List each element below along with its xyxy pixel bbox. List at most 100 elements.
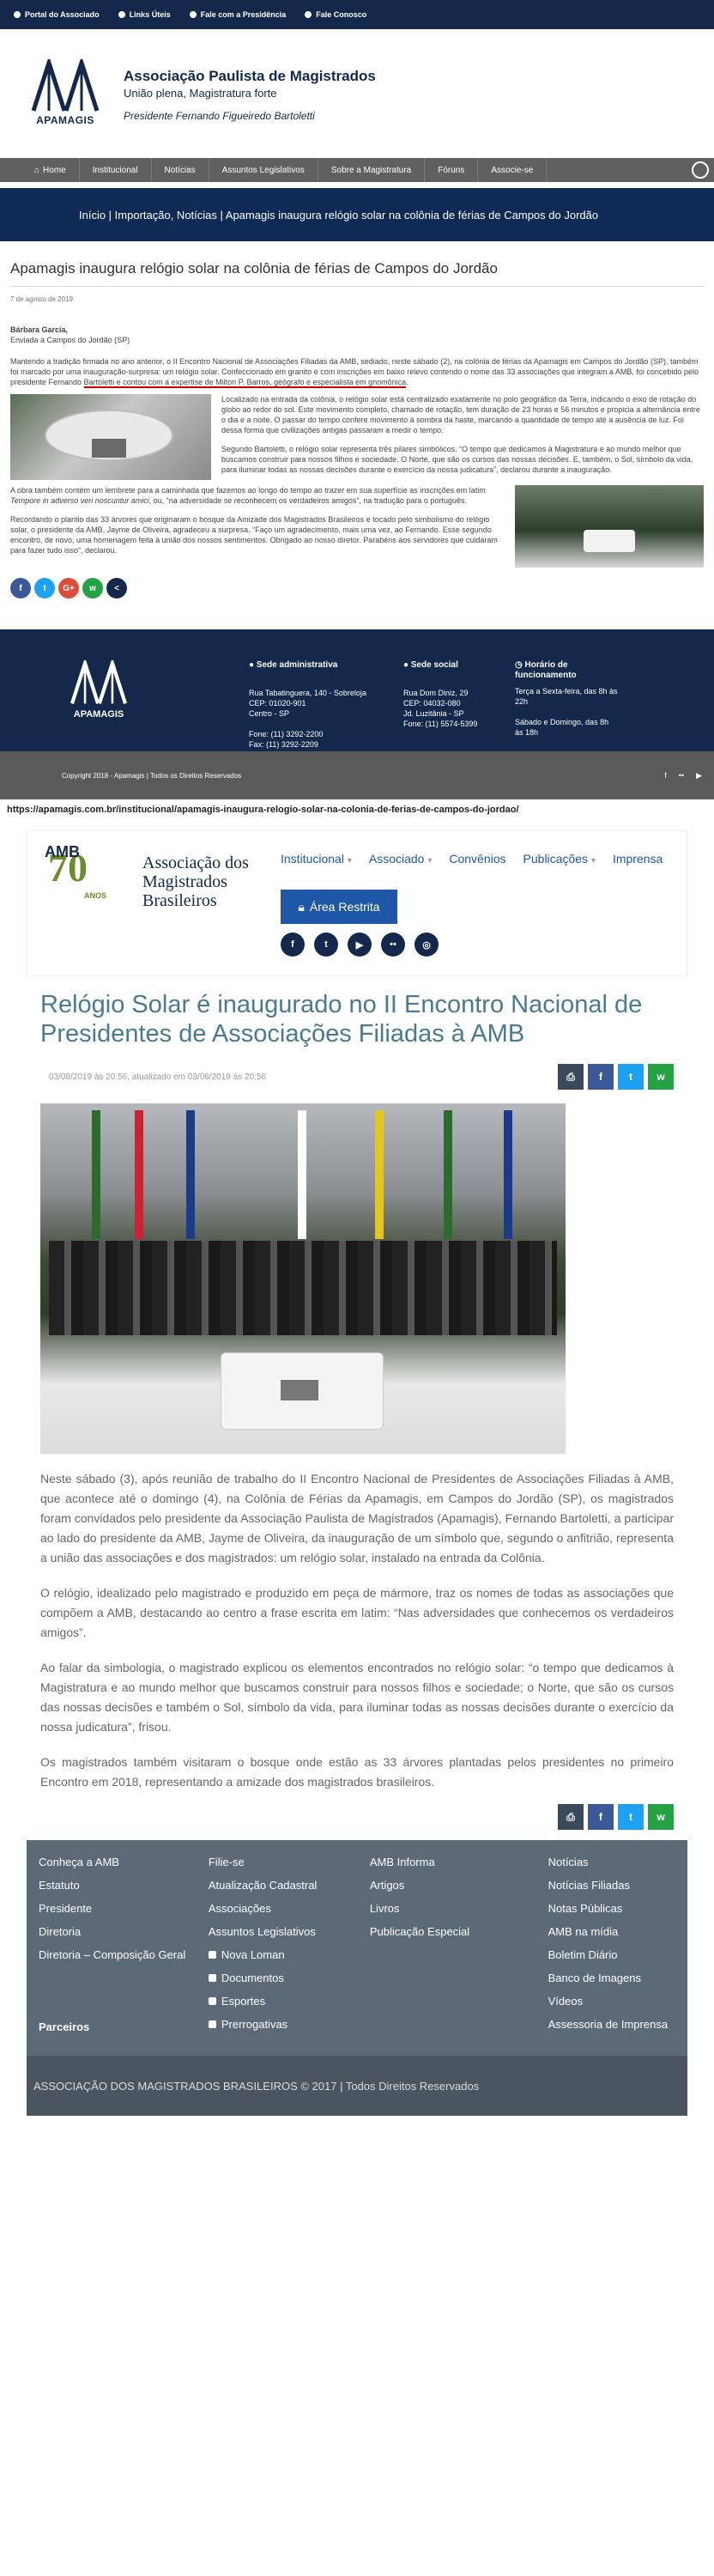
footer-link[interactable]: AMB Informa [370, 1850, 548, 1874]
article: Apamagis inaugura relógio solar na colôn… [0, 260, 714, 598]
facebook-icon[interactable]: f [10, 578, 31, 598]
footer-link[interactable]: Estatuto [39, 1874, 209, 1897]
logo-text: APAMAGIS [36, 114, 94, 126]
home-icon: ⌂ [34, 165, 40, 175]
underlined-text: Bartoletti e contou com a expertise de M… [83, 378, 407, 388]
nav-magistratura[interactable]: Sobre a Magistratura [318, 158, 426, 182]
facebook-icon[interactable]: f [588, 1064, 614, 1090]
footer-link[interactable]: Filie-se [209, 1850, 370, 1874]
footer-link[interactable]: Boletim Diário [548, 1943, 675, 1966]
logo-anos: ANOS [84, 891, 107, 900]
footer-link[interactable]: Assuntos Legislativos [209, 1920, 370, 1943]
amb-nav-convenios[interactable]: Convênios [449, 852, 505, 866]
footer-link[interactable]: Notícias [548, 1850, 675, 1874]
twitter-icon[interactable]: t [618, 1064, 644, 1090]
google-plus-icon[interactable]: G+ [58, 578, 79, 598]
link-icon [118, 11, 125, 18]
button-label: Área Restrita [309, 900, 380, 914]
topbar-item-contato[interactable]: Fale Conosco [305, 10, 366, 19]
amb-nav-publicacoes[interactable]: Publicações ▾ [523, 852, 596, 866]
footer-link[interactable]: Prerrogativas [208, 2013, 370, 2036]
footer-link[interactable]: Artigos [370, 1874, 548, 1897]
youtube-icon[interactable]: ▶ [696, 771, 702, 781]
footer-link[interactable]: Associações [209, 1897, 370, 1920]
footer-link[interactable]: Assessoria de Imprensa [548, 2013, 675, 2036]
org-motto: União plena, Magistratura forte [124, 87, 277, 100]
instagram-icon[interactable]: ◎ [414, 933, 439, 957]
topbar-label: Fale com a Presidência [200, 10, 287, 19]
flickr-icon[interactable]: •• [679, 771, 684, 781]
footer-link[interactable]: AMB na mídia [548, 1920, 675, 1943]
topbar-item-links[interactable]: Links Úteis [118, 10, 171, 19]
twitter-icon[interactable]: t [34, 578, 55, 598]
facebook-icon[interactable]: f [664, 771, 667, 781]
print-icon[interactable]: ⎙ [558, 1064, 584, 1090]
nav-label: Institucional [281, 852, 344, 866]
share-icon[interactable]: < [106, 578, 127, 598]
copyright-text: Copyright 2018 - Apamagis | Todos os Dir… [62, 771, 242, 780]
footer-link[interactable]: Vídeos [548, 1990, 675, 2013]
nav-legislativos[interactable]: Assuntos Legislativos [209, 158, 318, 182]
footer-link[interactable]: Conheça a AMB [39, 1850, 209, 1874]
topbar-item-portal[interactable]: Portal do Associado [14, 10, 100, 19]
chat-icon [189, 11, 197, 18]
footer-link[interactable]: Diretoria – Composição Geral [39, 1947, 209, 1964]
url-caption: https://apamagis.com.br/institucional/ap… [7, 805, 519, 815]
nav-label: Publicações [523, 852, 589, 866]
nav-noticias[interactable]: Notícias [152, 158, 209, 182]
article-paragraph: A obra também contém um lembrete para a … [10, 485, 505, 506]
apamagis-logo[interactable]: APAMAGIS [26, 59, 105, 126]
amb-paragraph: O relógio, idealizado pelo magistrado e … [40, 1586, 674, 1639]
org-name: Associação Paulista de Magistrados [124, 68, 376, 84]
copyright-bar: Copyright 2018 - Apamagis | Todos os Dir… [0, 751, 714, 799]
footer-link[interactable]: Atualização Cadastral [209, 1874, 370, 1897]
footer-link[interactable]: Banco de Imagens [548, 1966, 675, 1990]
footer-line: Sábado e Domingo, das 8h às 18h [515, 718, 609, 737]
facebook-icon[interactable]: f [588, 1804, 614, 1830]
footer-link[interactable]: Livros [370, 1897, 548, 1920]
footer-logo-text: APAMAGIS [73, 709, 124, 720]
restricted-area-button[interactable]: 🔒︎ Área Restrita [281, 890, 397, 924]
article-date: 7 de agosto de 2019 [10, 295, 73, 303]
user-icon [14, 11, 21, 18]
article-paragraph: Mantendo a tradição firmada no ano anter… [10, 356, 704, 388]
footer-link[interactable]: Documentos [208, 1966, 370, 1990]
footer-link[interactable]: Notícias Filiadas [548, 1874, 675, 1897]
twitter-icon[interactable]: t [618, 1804, 644, 1830]
youtube-icon[interactable]: ▶ [348, 933, 372, 957]
nav-associe[interactable]: Associe-se [478, 158, 548, 182]
footer-link[interactable]: Esportes [208, 1990, 370, 2013]
topbar-label: Fale Conosco [316, 10, 367, 19]
whatsapp-icon[interactable]: w [648, 1064, 674, 1090]
footer-link[interactable]: Publicação Especial [370, 1920, 548, 1943]
flickr-icon[interactable]: •• [381, 933, 405, 957]
link-label: Documentos [221, 1971, 284, 1984]
nav-foruns[interactable]: Fóruns [425, 158, 479, 182]
amb-nav-imprensa[interactable]: Imprensa [613, 852, 663, 866]
footer-link[interactable]: Nova Loman [208, 1943, 370, 1966]
text-span: , ou, “na adversidade se reconhecem os v… [148, 496, 467, 505]
article-paragraph: Recordando o plantio das 33 árvores que … [10, 515, 498, 555]
topbar: Portal do Associado Links Úteis Fale com… [0, 0, 714, 29]
footer-line: Terça a Sexta-feira, das 8h às 22h [515, 687, 618, 706]
amb-page: 70 AMB ANOS Associação dos Magistrados B… [27, 830, 687, 2116]
nav-institucional[interactable]: Institucional [80, 158, 152, 182]
print-icon[interactable]: ⎙ [558, 1804, 584, 1830]
article-title: Apamagis inaugura relógio solar na colôn… [10, 260, 704, 287]
footer-link[interactable]: Diretoria [39, 1920, 209, 1943]
footer-logo[interactable]: APAMAGIS [0, 657, 154, 751]
whatsapp-icon[interactable]: w [82, 578, 103, 598]
nav-home[interactable]: ⌂ Home [0, 158, 80, 182]
amb-logo[interactable]: 70 AMB ANOS Associação dos Magistrados B… [39, 841, 271, 919]
topbar-item-presidencia[interactable]: Fale com a Presidência [189, 10, 287, 19]
nav-label: Associado [368, 852, 425, 866]
amb-nav-associado[interactable]: Associado ▾ [369, 852, 433, 866]
twitter-icon[interactable]: t [314, 933, 338, 957]
search-icon[interactable] [692, 161, 709, 179]
footer-line: Fone: (11) 3292-2200 [249, 730, 324, 738]
footer-link[interactable]: Presidente [39, 1897, 209, 1920]
facebook-icon[interactable]: f [281, 933, 305, 957]
amb-nav-institucional[interactable]: Institucional ▾ [281, 852, 352, 866]
footer-link[interactable]: Notas Públicas [548, 1897, 675, 1920]
whatsapp-icon[interactable]: w [648, 1804, 674, 1830]
